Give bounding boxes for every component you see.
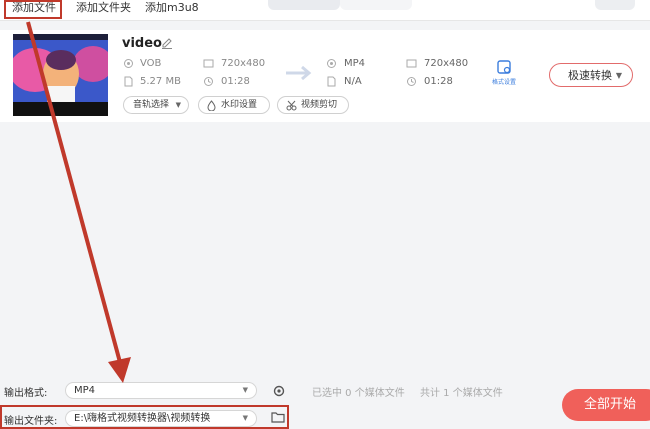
edit-name-icon[interactable] bbox=[160, 36, 174, 50]
toolbar: 添加文件 添加文件夹 添加m3u8 bbox=[0, 0, 650, 21]
format-settings-label: 格式设置 bbox=[491, 79, 516, 86]
start-all-button[interactable]: 全部开始 bbox=[562, 389, 650, 421]
target-format: MP4 bbox=[344, 58, 366, 69]
output-format-label: 输出格式: bbox=[4, 388, 48, 399]
watermark-icon bbox=[207, 100, 216, 111]
tab-converting[interactable] bbox=[268, 0, 340, 10]
source-format: VOB bbox=[140, 58, 162, 69]
format-icon bbox=[327, 59, 336, 68]
watermark-button[interactable]: 水印设置 bbox=[198, 96, 270, 114]
output-format-value: MP4 bbox=[74, 385, 96, 396]
video-thumbnail[interactable] bbox=[13, 34, 108, 116]
gear-icon[interactable] bbox=[272, 384, 286, 398]
total-count-status: 共计 1 个媒体文件 bbox=[420, 388, 503, 399]
watermark-label: 水印设置 bbox=[221, 100, 258, 110]
target-resolution: 720x480 bbox=[424, 58, 469, 69]
chevron-down-icon: ▼ bbox=[615, 71, 622, 80]
resolution-icon bbox=[406, 59, 417, 68]
source-size: 5.27 MB bbox=[140, 76, 181, 87]
file-size-icon bbox=[124, 76, 133, 87]
highlight-add-file bbox=[4, 0, 62, 19]
format-icon bbox=[124, 59, 133, 68]
source-resolution: 720x480 bbox=[221, 58, 266, 69]
audio-track-select[interactable]: 音轨选择 ▼ bbox=[123, 96, 189, 114]
format-settings-button[interactable]: 格式设置 bbox=[484, 57, 524, 87]
tab-converted[interactable] bbox=[340, 0, 412, 10]
format-settings-icon bbox=[497, 60, 511, 74]
fast-convert-label: 极速转换 bbox=[568, 69, 612, 82]
scissors-icon bbox=[286, 100, 297, 111]
chevron-down-icon: ▼ bbox=[242, 386, 248, 394]
video-clip-label: 视频剪切 bbox=[301, 100, 338, 110]
tab-extra[interactable] bbox=[595, 0, 635, 10]
clock-icon bbox=[407, 77, 416, 86]
file-name: video bbox=[122, 36, 162, 51]
fast-convert-button[interactable]: 极速转换 ▼ bbox=[549, 63, 633, 87]
add-m3u8-button[interactable]: 添加m3u8 bbox=[145, 0, 199, 18]
clock-icon bbox=[204, 77, 213, 86]
file-row: video VOB 720x480 5.27 MB 01:28 MP4 720x… bbox=[0, 30, 650, 122]
output-format-select[interactable]: MP4 ▼ bbox=[65, 382, 257, 399]
chevron-down-icon: ▼ bbox=[175, 101, 181, 109]
target-size: N/A bbox=[344, 76, 362, 87]
video-clip-button[interactable]: 视频剪切 bbox=[277, 96, 349, 114]
target-duration: 01:28 bbox=[424, 76, 453, 87]
resolution-icon bbox=[203, 59, 214, 68]
source-duration: 01:28 bbox=[221, 76, 250, 87]
audio-track-label: 音轨选择 bbox=[133, 100, 170, 110]
selected-count-status: 已选中 0 个媒体文件 bbox=[312, 388, 405, 399]
file-size-icon bbox=[327, 76, 336, 87]
arrow-right-icon bbox=[286, 66, 312, 80]
add-folder-button[interactable]: 添加文件夹 bbox=[76, 0, 131, 18]
highlight-output-folder bbox=[0, 405, 289, 429]
